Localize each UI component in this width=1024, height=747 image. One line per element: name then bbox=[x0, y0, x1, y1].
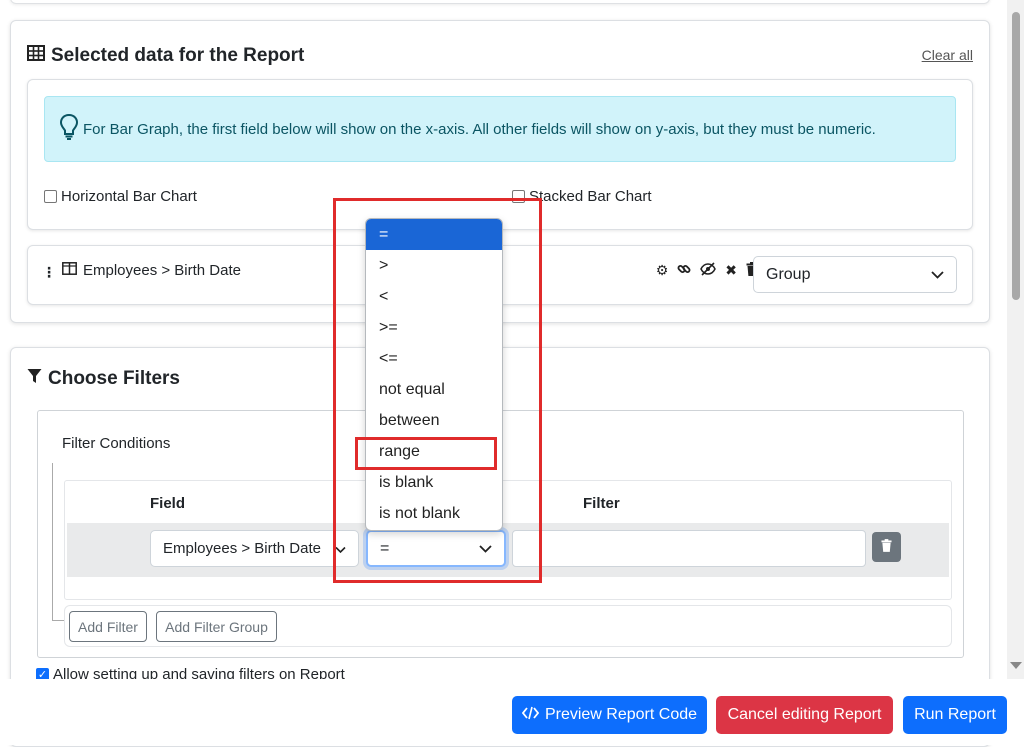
bar-graph-info-text: For Bar Graph, the first field below wil… bbox=[83, 120, 876, 138]
filter-icon bbox=[27, 368, 42, 390]
horizontal-bar-option[interactable]: Horizontal Bar Chart bbox=[44, 188, 197, 205]
add-filter-group-button[interactable]: Add Filter Group bbox=[156, 611, 277, 642]
scrollbar-thumb[interactable] bbox=[1012, 12, 1020, 300]
filter-conditions-label: Filter Conditions bbox=[62, 435, 171, 452]
field-actions: ⚙ ✖ bbox=[656, 262, 758, 279]
highlight-box-dropdown bbox=[333, 198, 542, 583]
lightbulb-icon bbox=[59, 113, 79, 145]
bar-graph-info-alert: For Bar Graph, the first field below wil… bbox=[44, 96, 956, 162]
delete-filter-button[interactable] bbox=[872, 532, 901, 562]
gear-icon[interactable]: ⚙ bbox=[656, 262, 669, 279]
page-scrollbar[interactable] bbox=[1007, 0, 1024, 679]
field-column-header: Field bbox=[150, 495, 186, 512]
choose-filters-title: Choose Filters bbox=[27, 368, 180, 390]
run-report-button[interactable]: Run Report bbox=[903, 696, 1007, 734]
filter-value-input[interactable] bbox=[512, 530, 866, 567]
filter-tree-line bbox=[52, 463, 64, 621]
stacked-bar-label: Stacked Bar Chart bbox=[529, 188, 652, 205]
add-filter-button[interactable]: Add Filter bbox=[69, 611, 147, 642]
aggregate-select[interactable]: Group bbox=[753, 256, 957, 293]
cancel-editing-report-button[interactable]: Cancel editing Report bbox=[716, 696, 893, 734]
filter-actions-row: Add Filter Add Filter Group bbox=[64, 605, 952, 647]
code-icon bbox=[521, 706, 540, 725]
preview-report-code-label: Preview Report Code bbox=[544, 706, 698, 723]
highlight-box-range bbox=[355, 437, 497, 470]
link-icon[interactable] bbox=[677, 262, 691, 279]
trash-icon bbox=[881, 538, 892, 556]
filter-column-header: Filter bbox=[583, 495, 620, 512]
horizontal-bar-checkbox[interactable] bbox=[44, 190, 57, 203]
chevron-down-icon bbox=[931, 266, 944, 284]
horizontal-bar-label: Horizontal Bar Chart bbox=[61, 188, 197, 205]
selected-data-title-text: Selected data for the Report bbox=[51, 45, 305, 66]
close-icon[interactable]: ✖ bbox=[725, 262, 737, 279]
drag-handle-icon[interactable]: ⋮ bbox=[42, 264, 56, 281]
choose-filters-title-text: Choose Filters bbox=[48, 368, 180, 389]
table-icon bbox=[27, 45, 45, 67]
filter-field-select[interactable]: Employees > Birth Date bbox=[150, 530, 359, 567]
previous-card-edge bbox=[10, 0, 990, 4]
selected-field: Employees > Birth Date bbox=[62, 262, 241, 279]
filter-field-select-value: Employees > Birth Date bbox=[163, 540, 321, 557]
clear-all-link[interactable]: Clear all bbox=[922, 47, 973, 63]
aggregate-select-value: Group bbox=[766, 265, 811, 283]
scroll-down-arrow-icon[interactable] bbox=[1010, 662, 1022, 669]
column-icon bbox=[62, 262, 77, 279]
eye-slash-icon[interactable] bbox=[700, 262, 717, 279]
selected-data-title: Selected data for the Report bbox=[27, 45, 304, 67]
preview-report-code-button[interactable]: Preview Report Code bbox=[512, 696, 707, 734]
selected-field-label: Employees > Birth Date bbox=[83, 262, 241, 279]
